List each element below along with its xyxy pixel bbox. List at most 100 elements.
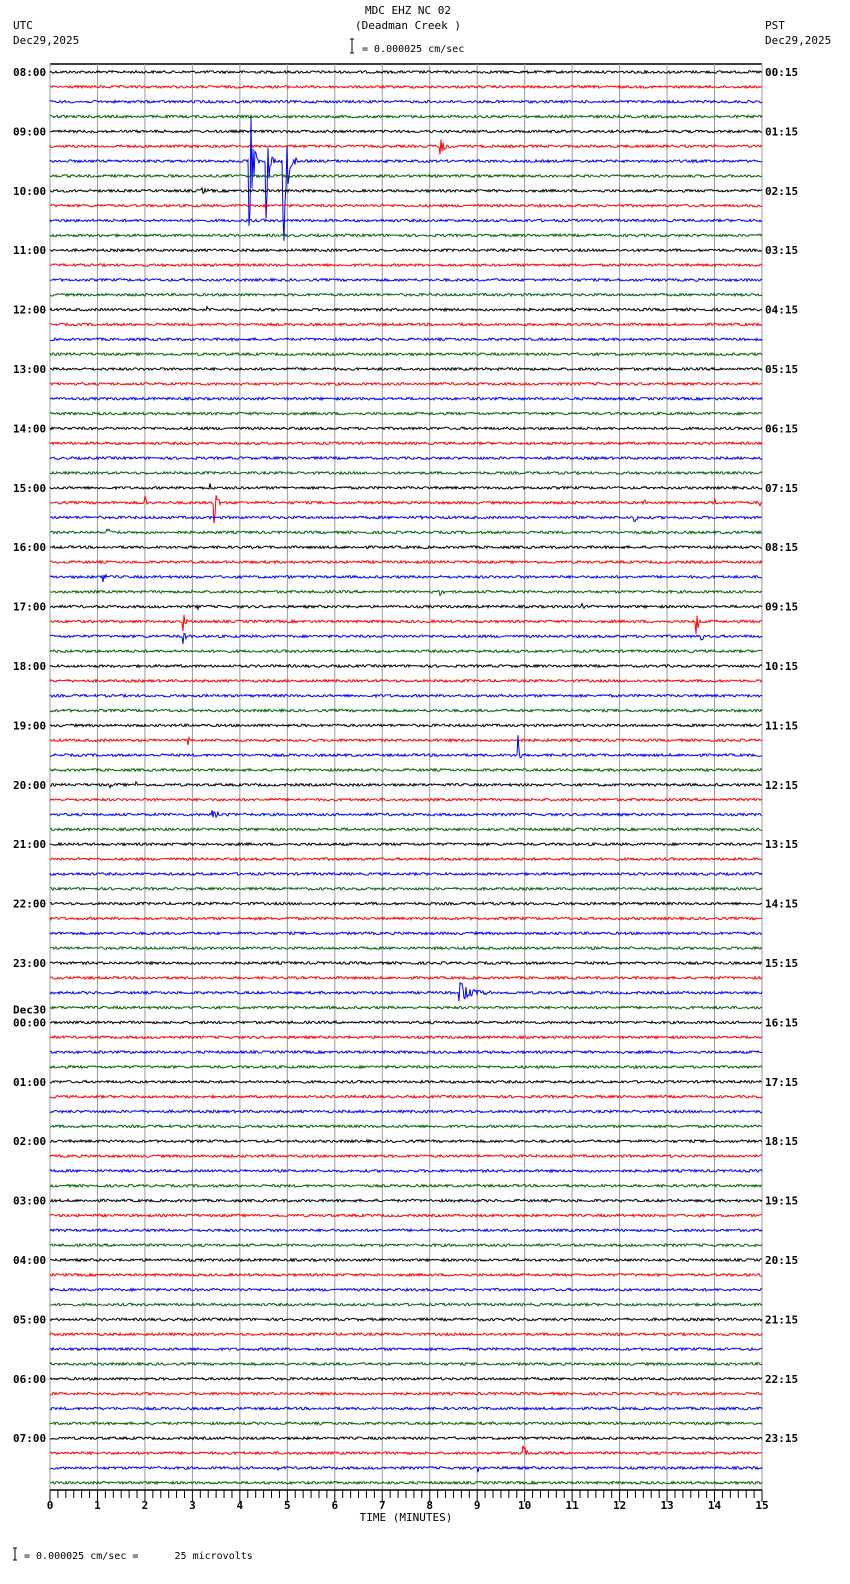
trace-77: [49, 1212, 762, 1218]
pst-label-08:15: 08:15: [765, 541, 798, 554]
trace-0: [49, 69, 763, 75]
utc-label-00:00: 00:00: [13, 1016, 46, 1029]
trace-22: [49, 396, 763, 402]
trace-52: [49, 841, 763, 847]
trace-67: [49, 1064, 763, 1070]
trace-62: [49, 981, 763, 1002]
trace-61: [49, 975, 763, 981]
trace-72: [49, 1138, 763, 1144]
trace-54: [49, 871, 763, 877]
x-tick-label-10: 10: [518, 1499, 531, 1512]
trace-4: [49, 128, 763, 134]
utc-label-17:00: 17:00: [13, 601, 46, 614]
utc-label-23:00: 23:00: [13, 957, 46, 970]
trace-90: [49, 1406, 763, 1411]
trace-59: [49, 945, 763, 951]
trace-64: [49, 1019, 763, 1025]
trace-28: [49, 483, 763, 491]
x-axis-label: TIME (MINUTES): [360, 1511, 453, 1524]
trace-34: [49, 573, 763, 582]
trace-23: [49, 411, 763, 417]
trace-94: [49, 1465, 763, 1473]
utc-hour-labels: 08:00 09:00 10:00 11:00 12:00 13:00 14:00 15:00…: [13, 66, 46, 1445]
left-timezone: UTC: [13, 19, 33, 32]
trace-86: [49, 1346, 763, 1352]
trace-17: [49, 321, 763, 327]
trace-1: [49, 84, 763, 90]
x-tick-label-14: 14: [708, 1499, 722, 1512]
pst-label-09:15: 09:15: [765, 601, 798, 614]
x-tick-label-6: 6: [331, 1499, 338, 1512]
day-change-label: Dec30: [13, 1003, 46, 1016]
trace-33: [49, 559, 763, 565]
trace-15: [49, 292, 763, 298]
trace-37: [49, 614, 763, 634]
pst-label-23:15: 23:15: [765, 1432, 798, 1445]
trace-68: [49, 1079, 763, 1085]
trace-29: [49, 495, 763, 524]
trace-79: [49, 1242, 763, 1248]
trace-24: [49, 425, 763, 431]
utc-label-08:00: 08:00: [13, 66, 46, 79]
trace-31: [49, 528, 763, 535]
x-tick-label-13: 13: [660, 1499, 673, 1512]
trace-89: [49, 1391, 763, 1397]
pst-label-13:15: 13:15: [765, 838, 798, 851]
trace-43: [49, 708, 763, 714]
scale-text: = 0.000025 cm/sec: [362, 44, 464, 55]
pst-label-14:15: 14:15: [765, 898, 798, 911]
trace-46: [49, 735, 763, 759]
trace-58: [49, 930, 763, 936]
pst-label-22:15: 22:15: [765, 1373, 798, 1386]
x-tick-label-1: 1: [94, 1499, 101, 1512]
trace-45: [49, 735, 763, 746]
trace-10: [49, 217, 763, 224]
trace-57: [49, 915, 763, 922]
trace-92: [49, 1435, 763, 1441]
trace-30: [49, 514, 763, 522]
trace-41: [49, 678, 763, 684]
x-tick-label-11: 11: [566, 1499, 580, 1512]
trace-93: [49, 1445, 763, 1456]
pst-label-04:15: 04:15: [765, 304, 798, 317]
utc-label-01:00: 01:00: [13, 1076, 46, 1089]
trace-12: [49, 247, 763, 253]
utc-label-14:00: 14:00: [13, 422, 46, 435]
station-subtitle: (Deadman Creek ): [355, 19, 461, 32]
utc-label-10:00: 10:00: [13, 185, 46, 198]
pst-label-15:15: 15:15: [765, 957, 798, 970]
trace-7: [49, 173, 763, 179]
trace-11: [49, 232, 763, 238]
trace-42: [49, 693, 763, 699]
pst-label-06:15: 06:15: [765, 422, 798, 435]
pst-label-07:15: 07:15: [765, 482, 798, 495]
pst-label-12:15: 12:15: [765, 779, 798, 792]
trace-70: [49, 1108, 763, 1114]
trace-18: [49, 336, 763, 342]
trace-82: [49, 1287, 763, 1293]
trace-49: [49, 797, 763, 803]
utc-label-06:00: 06:00: [13, 1373, 46, 1386]
pst-label-02:15: 02:15: [765, 185, 798, 198]
right-date: Dec29,2025: [765, 34, 831, 47]
x-axis: 0 1 2 3 4 5 6 7 8 9 10 11 12 13 14 15: [47, 1489, 769, 1512]
trace-44: [49, 722, 762, 728]
trace-35: [49, 589, 763, 597]
trace-85: [49, 1331, 763, 1337]
trace-40: [49, 663, 763, 669]
trace-3: [49, 114, 763, 120]
trace-91: [49, 1420, 763, 1426]
pst-label-11:15: 11:15: [765, 719, 798, 732]
trace-84: [49, 1316, 763, 1322]
trace-71: [49, 1123, 763, 1129]
utc-label-03:00: 03:00: [13, 1195, 46, 1208]
trace-75: [49, 1183, 763, 1189]
trace-83: [49, 1301, 763, 1308]
trace-95: [50, 1480, 763, 1486]
trace-76: [49, 1198, 763, 1204]
footer-scale-bar-icon: [13, 1547, 17, 1561]
x-tick-label-12: 12: [613, 1499, 626, 1512]
trace-87: [49, 1361, 763, 1367]
x-tick-label-15: 15: [755, 1499, 768, 1512]
trace-20: [49, 366, 763, 372]
